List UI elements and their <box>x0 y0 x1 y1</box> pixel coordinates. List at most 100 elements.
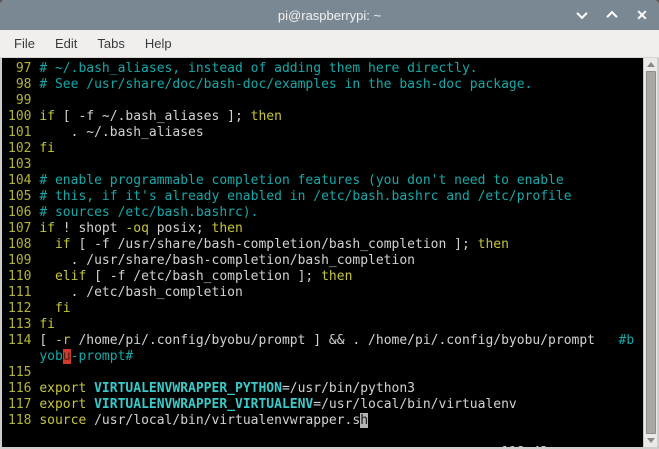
terminal-line: 98 # See /usr/share/doc/bash-doc/example… <box>8 77 641 93</box>
scroll-up-button[interactable] <box>644 58 657 71</box>
text-segment-tx <box>86 397 94 412</box>
text-segment-cm: # See /usr/share/doc/bash-doc/examples i… <box>39 77 532 92</box>
titlebar[interactable]: pi@raspberrypi: ~ ✕ <box>0 0 659 30</box>
text-segment-id: VIRTUALENVWRAPPER_VIRTUALENV <box>94 397 313 412</box>
text-segment-tx: . /usr/share/bash-completion/bash_comple… <box>39 253 415 268</box>
text-segment-kw: if <box>39 109 55 124</box>
scrollbar-thumb[interactable] <box>646 71 656 434</box>
text-segment-tx: [ <box>39 333 55 348</box>
block-cursor: h <box>360 413 368 428</box>
text-segment-kw: export <box>39 381 86 396</box>
editor-buffer: 97 # ~/.bash_aliases, instead of adding … <box>8 61 641 429</box>
text-segment-kw: export <box>39 397 86 412</box>
terminal-line: 117 export VIRTUALENVWRAPPER_VIRTUALENV=… <box>8 397 641 413</box>
terminal-line: 118 source /usr/local/bin/virtualenvwrap… <box>8 413 641 429</box>
text-segment-tx: [ -f /usr/share/bash-completion/bash_com… <box>71 237 478 252</box>
text-segment-ln: 107 <box>8 221 39 236</box>
terminal-line: 110 elif [ -f /etc/bash_completion ]; th… <box>8 269 641 285</box>
terminal-line: 115 <box>8 365 641 381</box>
terminal-frame: 97 # ~/.bash_aliases, instead of adding … <box>0 58 659 449</box>
text-segment-kw: -r <box>55 333 71 348</box>
terminal-line: 102 fi <box>8 141 641 157</box>
scroll-down-icon <box>647 438 655 443</box>
text-segment-cm: yob <box>39 349 62 364</box>
text-segment-tx: /usr/local/bin/virtualenvwrapper.s <box>86 413 360 428</box>
terminal-line: yobu-prompt# <box>8 349 641 365</box>
vim-status-line: 118,42 Bot <box>8 429 657 445</box>
window-title: pi@raspberrypi: ~ <box>278 8 381 23</box>
menu-item-help[interactable]: Help <box>135 32 182 55</box>
text-segment-tx: . ~/.bash_aliases <box>39 125 203 140</box>
text-segment-ln: 99 <box>8 93 39 108</box>
text-segment-ln: 117 <box>8 397 39 412</box>
text-segment-kw: fi <box>39 317 55 332</box>
text-segment-id: VIRTUALENVWRAPPER_PYTHON <box>94 381 282 396</box>
text-segment-tx <box>39 237 55 252</box>
text-segment-kw: then <box>478 237 509 252</box>
menu-item-edit[interactable]: Edit <box>45 32 87 55</box>
terminal-line: 97 # ~/.bash_aliases, instead of adding … <box>8 61 641 77</box>
terminal-window: pi@raspberrypi: ~ ✕ FileEditTabsHelp 97 … <box>0 0 659 449</box>
text-segment-cm: # this, if it's already enabled in /etc/… <box>39 189 571 204</box>
text-segment-kw: if <box>55 237 71 252</box>
text-segment-ln: 105 <box>8 189 39 204</box>
chevron-down-icon <box>576 8 587 19</box>
minimize-button[interactable] <box>575 8 589 22</box>
text-segment-tx: /home/pi/.config/byobu/prompt ] && . /ho… <box>71 333 619 348</box>
text-segment-tx: =/usr/local/bin/virtualenv <box>313 397 517 412</box>
text-segment-tx <box>39 301 55 316</box>
text-segment-ln: 102 <box>8 141 39 156</box>
text-segment-tx <box>86 381 94 396</box>
text-segment-kw: -oq <box>125 221 148 236</box>
scrollbar[interactable] <box>643 58 657 447</box>
maximize-button[interactable] <box>605 8 619 22</box>
text-segment-kw: if <box>39 221 55 236</box>
terminal-line: 111 . /etc/bash_completion <box>8 285 641 301</box>
text-segment-ln: 110 <box>8 269 39 284</box>
terminal-line: 100 if [ -f ~/.bash_aliases ]; then <box>8 109 641 125</box>
scroll-down-button[interactable] <box>644 434 657 447</box>
text-segment-kw: then <box>212 221 243 236</box>
text-segment-cm: #b <box>619 333 635 348</box>
terminal-line: 108 if [ -f /usr/share/bash-completion/b… <box>8 237 641 253</box>
text-segment-ln: 113 <box>8 317 39 332</box>
menubar: FileEditTabsHelp <box>0 30 659 58</box>
text-segment-ln: 111 <box>8 285 39 300</box>
close-icon: ✕ <box>636 8 648 22</box>
terminal-line: 112 fi <box>8 301 641 317</box>
text-segment-ln: 97 <box>8 61 39 76</box>
text-segment-ln: 106 <box>8 205 39 220</box>
text-segment-cm: # sources /etc/bash.bashrc). <box>39 205 258 220</box>
text-segment-ln: 98 <box>8 77 39 92</box>
text-segment-tx: =/usr/bin/python3 <box>282 381 415 396</box>
text-segment-tx: . /etc/bash_completion <box>39 285 243 300</box>
titlebar-buttons: ✕ <box>575 0 649 30</box>
terminal-line: 105 # this, if it's already enabled in /… <box>8 189 641 205</box>
text-segment-cm: # enable programmable completion feature… <box>39 173 563 188</box>
text-segment-ln: 114 <box>8 333 39 348</box>
terminal-screen[interactable]: 97 # ~/.bash_aliases, instead of adding … <box>2 58 657 447</box>
text-segment-red: u <box>63 349 71 364</box>
text-segment-tx: posix; <box>149 221 212 236</box>
text-segment-ln: 108 <box>8 237 39 252</box>
menu-item-tabs[interactable]: Tabs <box>87 32 134 55</box>
text-segment-ln: 109 <box>8 253 39 268</box>
text-segment-ln: 100 <box>8 109 39 124</box>
terminal-line: 101 . ~/.bash_aliases <box>8 125 641 141</box>
text-segment-kw: then <box>251 109 282 124</box>
text-segment-ln: 116 <box>8 381 39 396</box>
terminal-line: 107 if ! shopt -oq posix; then <box>8 221 641 237</box>
terminal-line: 103 <box>8 157 641 173</box>
text-segment-tx <box>8 349 39 364</box>
text-segment-ln: 103 <box>8 157 39 172</box>
text-segment-ln: 104 <box>8 173 39 188</box>
chevron-up-icon <box>606 11 617 22</box>
text-segment-ln: 118 <box>8 413 39 428</box>
menu-item-file[interactable]: File <box>4 32 45 55</box>
text-segment-ln: 115 <box>8 365 39 380</box>
close-button[interactable]: ✕ <box>635 8 649 22</box>
text-segment-tx: ! shopt <box>55 221 125 236</box>
text-segment-tx <box>39 269 55 284</box>
terminal-line: 109 . /usr/share/bash-completion/bash_co… <box>8 253 641 269</box>
terminal-line: 114 [ -r /home/pi/.config/byobu/prompt ]… <box>8 333 641 349</box>
